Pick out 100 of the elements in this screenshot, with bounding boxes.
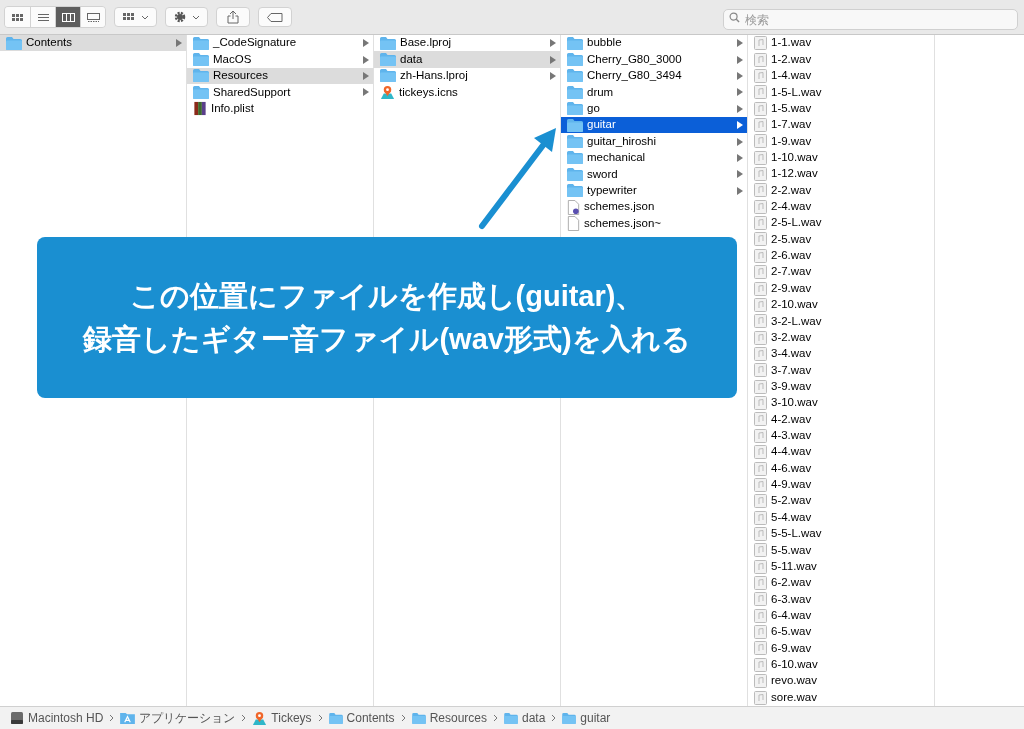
file-list-item[interactable]: tickeys.icns: [374, 84, 560, 101]
file-list-item[interactable]: 6-5.wav: [748, 623, 934, 641]
path-item[interactable]: data: [504, 709, 546, 727]
file-list-item[interactable]: drum: [561, 84, 747, 101]
audio-file-icon: [754, 576, 767, 591]
file-list-item[interactable]: 4-9.wav: [748, 476, 934, 494]
file-list-item[interactable]: _CodeSignature: [187, 35, 373, 52]
audio-file-icon: [754, 363, 767, 378]
file-list-item[interactable]: 5-5-L.wav: [748, 525, 934, 543]
file-list-item[interactable]: 1-2.wav: [748, 51, 934, 68]
file-list-item[interactable]: 2-6.wav: [748, 247, 934, 265]
file-list-item[interactable]: SharedSupport: [187, 84, 373, 101]
chevron-down-icon: [140, 14, 149, 20]
path-item[interactable]: アプリケーション: [120, 709, 236, 727]
list-view-icon[interactable]: [30, 7, 55, 27]
path-item[interactable]: Contents: [328, 709, 395, 727]
file-list-item[interactable]: 6-2.wav: [748, 574, 934, 592]
search-field[interactable]: 検索: [723, 9, 1018, 30]
file-list-item[interactable]: Cherry_G80_3494: [561, 67, 747, 85]
callout-text: この位置にファイルを作成し(guitar)、: [129, 279, 645, 315]
file-list-item[interactable]: 4-4.wav: [748, 444, 934, 461]
file-list-item[interactable]: 5-2.wav: [748, 493, 934, 510]
file-list-item[interactable]: go: [561, 100, 747, 117]
file-list-item[interactable]: 1-9.wav: [748, 133, 934, 150]
file-list-item[interactable]: mechanical: [561, 149, 747, 167]
file-list-item[interactable]: sword: [561, 166, 747, 183]
file-list-item[interactable]: 1-1.wav: [748, 35, 934, 52]
file-list-item[interactable]: guitar: [561, 116, 747, 134]
file-list-item[interactable]: 2-5-L.wav: [748, 214, 934, 232]
file-list-item[interactable]: 5-11.wav: [748, 558, 934, 575]
audio-file-icon: [754, 412, 767, 427]
file-list-item[interactable]: 1-5.wav: [748, 100, 934, 117]
file-list-item[interactable]: 4-3.wav: [748, 427, 934, 444]
file-list-item[interactable]: 3-9.wav: [748, 378, 934, 395]
share-icon: [227, 10, 239, 24]
file-list-item[interactable]: 1-5-L.wav: [748, 84, 934, 101]
gallery-view-icon[interactable]: [80, 7, 105, 27]
audio-file-icon: [754, 657, 767, 672]
book-stack-icon: [193, 101, 207, 117]
file-list-item[interactable]: 6-4.wav: [748, 607, 934, 624]
file-list-item[interactable]: typewriter: [561, 182, 747, 199]
file-list-item[interactable]: 1-4.wav: [748, 67, 934, 85]
file-list-item[interactable]: revo.wav: [748, 673, 934, 690]
file-list-item[interactable]: 2-5.wav: [748, 231, 934, 248]
path-item[interactable]: Macintosh HD: [10, 709, 104, 727]
action-button[interactable]: [165, 7, 208, 27]
folder-icon: [567, 36, 583, 50]
file-list-item[interactable]: 5-4.wav: [748, 509, 934, 526]
audio-file-icon: [754, 134, 767, 149]
file-list-item[interactable]: Base.lproj: [374, 35, 560, 52]
column-view-icon[interactable]: [55, 7, 80, 27]
audio-file-icon: [754, 68, 767, 83]
file-list-item[interactable]: sore.wav: [748, 689, 934, 706]
file-list-item[interactable]: data: [374, 51, 560, 68]
file-list-item[interactable]: 4-6.wav: [748, 460, 934, 477]
file-list-item[interactable]: 3-10.wav: [748, 394, 934, 412]
file-list-item[interactable]: Contents: [0, 35, 186, 52]
file-list-item[interactable]: bubble: [561, 35, 747, 52]
file-list-item[interactable]: 2-7.wav: [748, 264, 934, 281]
audio-file-icon: [754, 625, 767, 640]
group-button[interactable]: [114, 7, 157, 27]
file-list-item[interactable]: schemes.json: [561, 198, 747, 216]
file-list-item[interactable]: 2-10.wav: [748, 296, 934, 314]
file-list-item[interactable]: 3-7.wav: [748, 362, 934, 379]
file-list-item[interactable]: 6-10.wav: [748, 656, 934, 673]
file-list-item[interactable]: 3-4.wav: [748, 345, 934, 363]
file-list-item[interactable]: 2-9.wav: [748, 280, 934, 297]
folder-icon: [567, 184, 583, 198]
tag-button[interactable]: [258, 7, 292, 27]
file-list-item[interactable]: 1-7.wav: [748, 116, 934, 134]
file-list-item[interactable]: 2-2.wav: [748, 182, 934, 199]
file-list-item[interactable]: zh-Hans.lproj: [374, 67, 560, 85]
file-list-item[interactable]: Cherry_G80_3000: [561, 51, 747, 68]
file-list-item[interactable]: 3-2-L.wav: [748, 313, 934, 330]
file-list-item[interactable]: Info.plist: [187, 100, 373, 117]
file-list-item[interactable]: schemes.json~: [561, 215, 747, 232]
file-list-item[interactable]: 1-10.wav: [748, 149, 934, 166]
path-item[interactable]: Tickeys: [252, 709, 312, 727]
file-list-item[interactable]: 6-3.wav: [748, 591, 934, 608]
audio-file-icon: [754, 608, 767, 623]
file-list-item[interactable]: MacOS: [187, 51, 373, 68]
audio-file-icon: [754, 150, 767, 165]
folder-icon: [380, 36, 396, 50]
file-list-item[interactable]: guitar_hiroshi: [561, 133, 747, 150]
chevron-icon: [493, 714, 498, 722]
folder-icon: [193, 69, 209, 83]
audio-file-icon: [754, 461, 767, 476]
file-list-item[interactable]: Resources: [187, 67, 373, 85]
file-list-item[interactable]: 6-9.wav: [748, 640, 934, 657]
icon-view-icon[interactable]: [5, 7, 30, 27]
file-list-item[interactable]: 3-2.wav: [748, 329, 934, 346]
file-list-item[interactable]: 5-5.wav: [748, 542, 934, 559]
file-list-item[interactable]: 2-4.wav: [748, 198, 934, 215]
path-item[interactable]: guitar: [562, 709, 611, 727]
callout-text: 録音したギター音ファイル(wav形式)を入れる: [83, 321, 691, 357]
file-list-item[interactable]: 1-12.wav: [748, 165, 934, 183]
gear-icon: [173, 11, 186, 23]
path-item[interactable]: Resources: [411, 709, 487, 727]
audio-file-icon: [754, 592, 767, 607]
file-list-item[interactable]: 4-2.wav: [748, 411, 934, 428]
